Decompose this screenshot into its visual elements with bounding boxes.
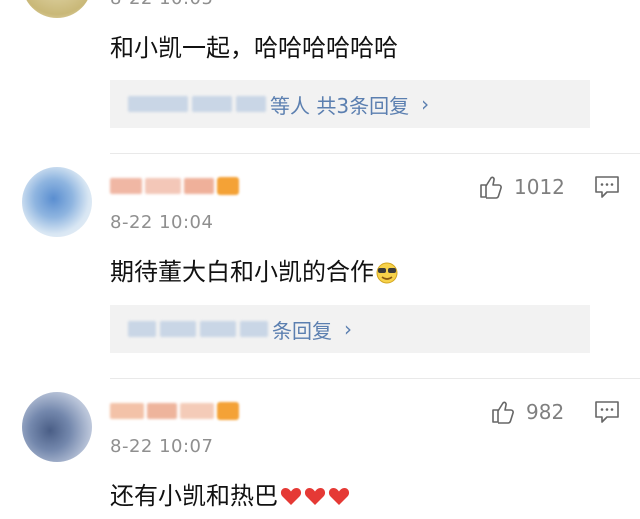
like-button[interactable]: 1012 <box>478 174 565 200</box>
comment-timestamp: 8-22 10:04 <box>110 212 214 233</box>
heart-icon <box>328 488 350 505</box>
thumbs-up-icon <box>492 401 514 424</box>
comment-text: 还有小凯和热巴 <box>110 476 350 511</box>
comment-text-content: 期待董大白和小凯的合作 <box>110 258 374 286</box>
chevron-right-icon: › <box>421 92 430 116</box>
comment-text: 和小凯一起，哈哈哈哈哈哈 <box>110 34 398 62</box>
username-blurred[interactable] <box>110 399 245 423</box>
heart-icon <box>304 488 326 505</box>
reply-summary-box[interactable]: 条回复 › <box>110 305 590 353</box>
avatar[interactable] <box>22 392 92 462</box>
comment-timestamp: 8-22 10:07 <box>110 436 214 457</box>
comment-timestamp: 8-22 10:05 <box>110 0 213 9</box>
user-badge-icon <box>217 402 239 420</box>
blurred-usernames <box>128 321 268 337</box>
comment-text-content: 还有小凯和热巴 <box>110 482 278 510</box>
avatar[interactable] <box>22 167 92 237</box>
comment-text: 期待董大白和小凯的合作 <box>110 252 400 287</box>
chevron-right-icon: › <box>344 317 352 341</box>
divider <box>110 153 640 154</box>
avatar[interactable] <box>22 0 92 18</box>
heart-icon <box>280 488 302 505</box>
reply-summary-box[interactable]: 等人 共3条回复 › <box>110 80 590 128</box>
blurred-usernames <box>128 96 266 112</box>
thumbs-up-icon <box>480 176 502 199</box>
reply-comment-icon[interactable] <box>594 175 620 199</box>
reply-summary-text: 等人 共3条回复 <box>270 93 410 118</box>
user-badge-icon <box>217 177 239 195</box>
like-count: 1012 <box>514 175 565 199</box>
divider <box>110 378 640 379</box>
username-blurred[interactable] <box>110 174 245 198</box>
sunglasses-face-icon <box>376 262 398 284</box>
like-button[interactable]: 982 <box>490 399 564 425</box>
like-count: 982 <box>526 400 565 424</box>
reply-comment-icon[interactable] <box>594 400 620 424</box>
reply-summary-text: 条回复 <box>272 318 332 343</box>
